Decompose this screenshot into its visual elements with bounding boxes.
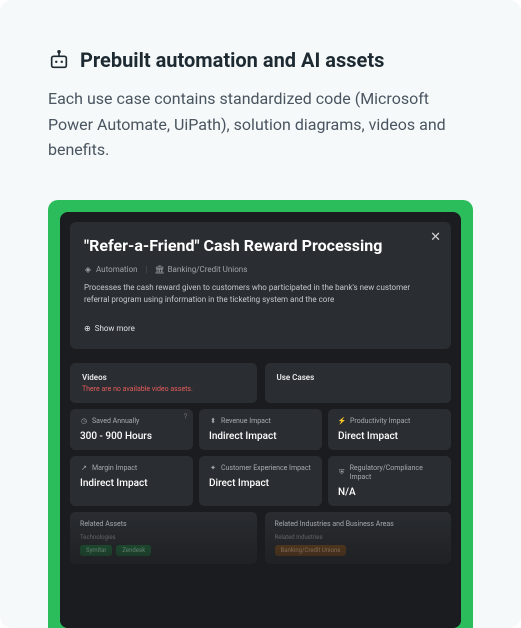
header-row: Prebuilt automation and AI assets	[48, 48, 473, 72]
use-case-title: "Refer-a-Friend" Cash Reward Processing	[84, 236, 437, 257]
metric-value: Indirect Impact	[209, 431, 312, 442]
metric-label: ⚡ Productivity Impact	[338, 417, 441, 426]
metric-value: Indirect Impact	[80, 478, 183, 489]
bolt-icon: ⚡	[338, 417, 346, 425]
bank-icon: 🏛	[156, 265, 164, 273]
metric-label-text: Margin Impact	[92, 464, 137, 473]
metric-label-text: Saved Annually	[92, 417, 139, 426]
meta-category-label: Automation	[96, 265, 138, 274]
related-industries-title: Related Industries and Business Areas	[275, 520, 442, 528]
metric-saved-annually: ? ◷ Saved Annually 300 - 900 Hours	[70, 409, 193, 450]
metric-label: ◷ Saved Annually	[80, 417, 183, 426]
metric-label: ⬍ Revenue Impact	[209, 417, 312, 426]
metric-value: Direct Impact	[209, 478, 312, 489]
metric-label-text: Regulatory/Compliance Impact	[350, 464, 441, 482]
metric-label: ✦ Customer Experience Impact	[209, 464, 312, 473]
content-area: Videos There are no available video asse…	[60, 359, 461, 564]
related-industries-sub: Related Industries	[275, 534, 442, 541]
show-more-label: Show more	[95, 324, 135, 333]
clock-icon: ◷	[80, 417, 88, 425]
related-assets-card: Related Assets Technologies Symitar Zend…	[70, 512, 257, 564]
metric-label: ⛨ Regulatory/Compliance Impact	[338, 464, 441, 482]
use-case-header-panel: ✕ "Refer-a-Friend" Cash Reward Processin…	[70, 222, 451, 349]
meta-industry: 🏛 Banking/Credit Unions	[156, 265, 248, 274]
metric-value: Direct Impact	[338, 431, 441, 442]
related-assets-sub: Technologies	[80, 534, 247, 541]
usecases-card[interactable]: Use Cases	[265, 363, 452, 403]
page-container: Prebuilt automation and AI assets Each u…	[0, 0, 521, 628]
usecases-label: Use Cases	[277, 373, 440, 382]
meta-category: ◈ Automation	[84, 265, 138, 274]
meta-separator: |	[146, 265, 148, 274]
embed-inner: ✕ "Refer-a-Friend" Cash Reward Processin…	[60, 212, 461, 628]
meta-industry-label: Banking/Credit Unions	[168, 265, 248, 274]
close-icon[interactable]: ✕	[430, 230, 441, 245]
metric-regulatory: ⛨ Regulatory/Compliance Impact N/A	[328, 456, 451, 506]
chip-row: Banking/Credit Unions	[275, 545, 442, 556]
metric-label: ↗ Margin Impact	[80, 464, 183, 473]
bottom-row: Related Assets Technologies Symitar Zend…	[70, 512, 451, 564]
metric-label-text: Revenue Impact	[221, 417, 271, 426]
tech-chip[interactable]: Zendesk	[116, 545, 151, 556]
chip-row: Symitar Zendesk	[80, 545, 247, 556]
metric-cx: ✦ Customer Experience Impact Direct Impa…	[199, 456, 322, 506]
metrics-grid: ? ◷ Saved Annually 300 - 900 Hours ⬍ Rev…	[70, 409, 451, 506]
show-more-button[interactable]: ⊕ Show more	[84, 324, 135, 333]
videos-label: Videos	[82, 373, 245, 382]
badge-icon: ✦	[209, 464, 217, 472]
metric-value: 300 - 900 Hours	[80, 431, 183, 442]
plus-icon: ⊕	[84, 324, 91, 333]
industry-chip[interactable]: Banking/Credit Unions	[275, 545, 347, 556]
top-cards-row: Videos There are no available video asse…	[70, 363, 451, 403]
info-icon[interactable]: ?	[184, 413, 187, 421]
meta-row: ◈ Automation | 🏛 Banking/Credit Unions	[84, 265, 437, 274]
page-title: Prebuilt automation and AI assets	[80, 48, 384, 72]
use-case-description: Processes the cash reward given to custo…	[84, 282, 437, 306]
bars-icon: ⬍	[209, 417, 217, 425]
related-industries-card: Related Industries and Business Areas Re…	[265, 512, 452, 564]
metric-revenue: ⬍ Revenue Impact Indirect Impact	[199, 409, 322, 450]
robot-icon	[48, 49, 70, 71]
metric-label-text: Productivity Impact	[350, 417, 410, 426]
metric-value: N/A	[338, 487, 441, 498]
related-assets-title: Related Assets	[80, 520, 247, 528]
branch-icon: ◈	[84, 265, 92, 273]
metric-margin: ↗ Margin Impact Indirect Impact	[70, 456, 193, 506]
trend-icon: ↗	[80, 464, 88, 472]
metric-label-text: Customer Experience Impact	[221, 464, 311, 473]
metric-productivity: ⚡ Productivity Impact Direct Impact	[328, 409, 451, 450]
shield-icon: ⛨	[338, 469, 346, 477]
videos-card[interactable]: Videos There are no available video asse…	[70, 363, 257, 403]
videos-empty-message: There are no available video assets.	[82, 385, 245, 393]
tech-chip[interactable]: Symitar	[80, 545, 112, 556]
page-description: Each use case contains standardized code…	[48, 86, 473, 163]
embed-frame: ✕ "Refer-a-Friend" Cash Reward Processin…	[48, 200, 473, 628]
